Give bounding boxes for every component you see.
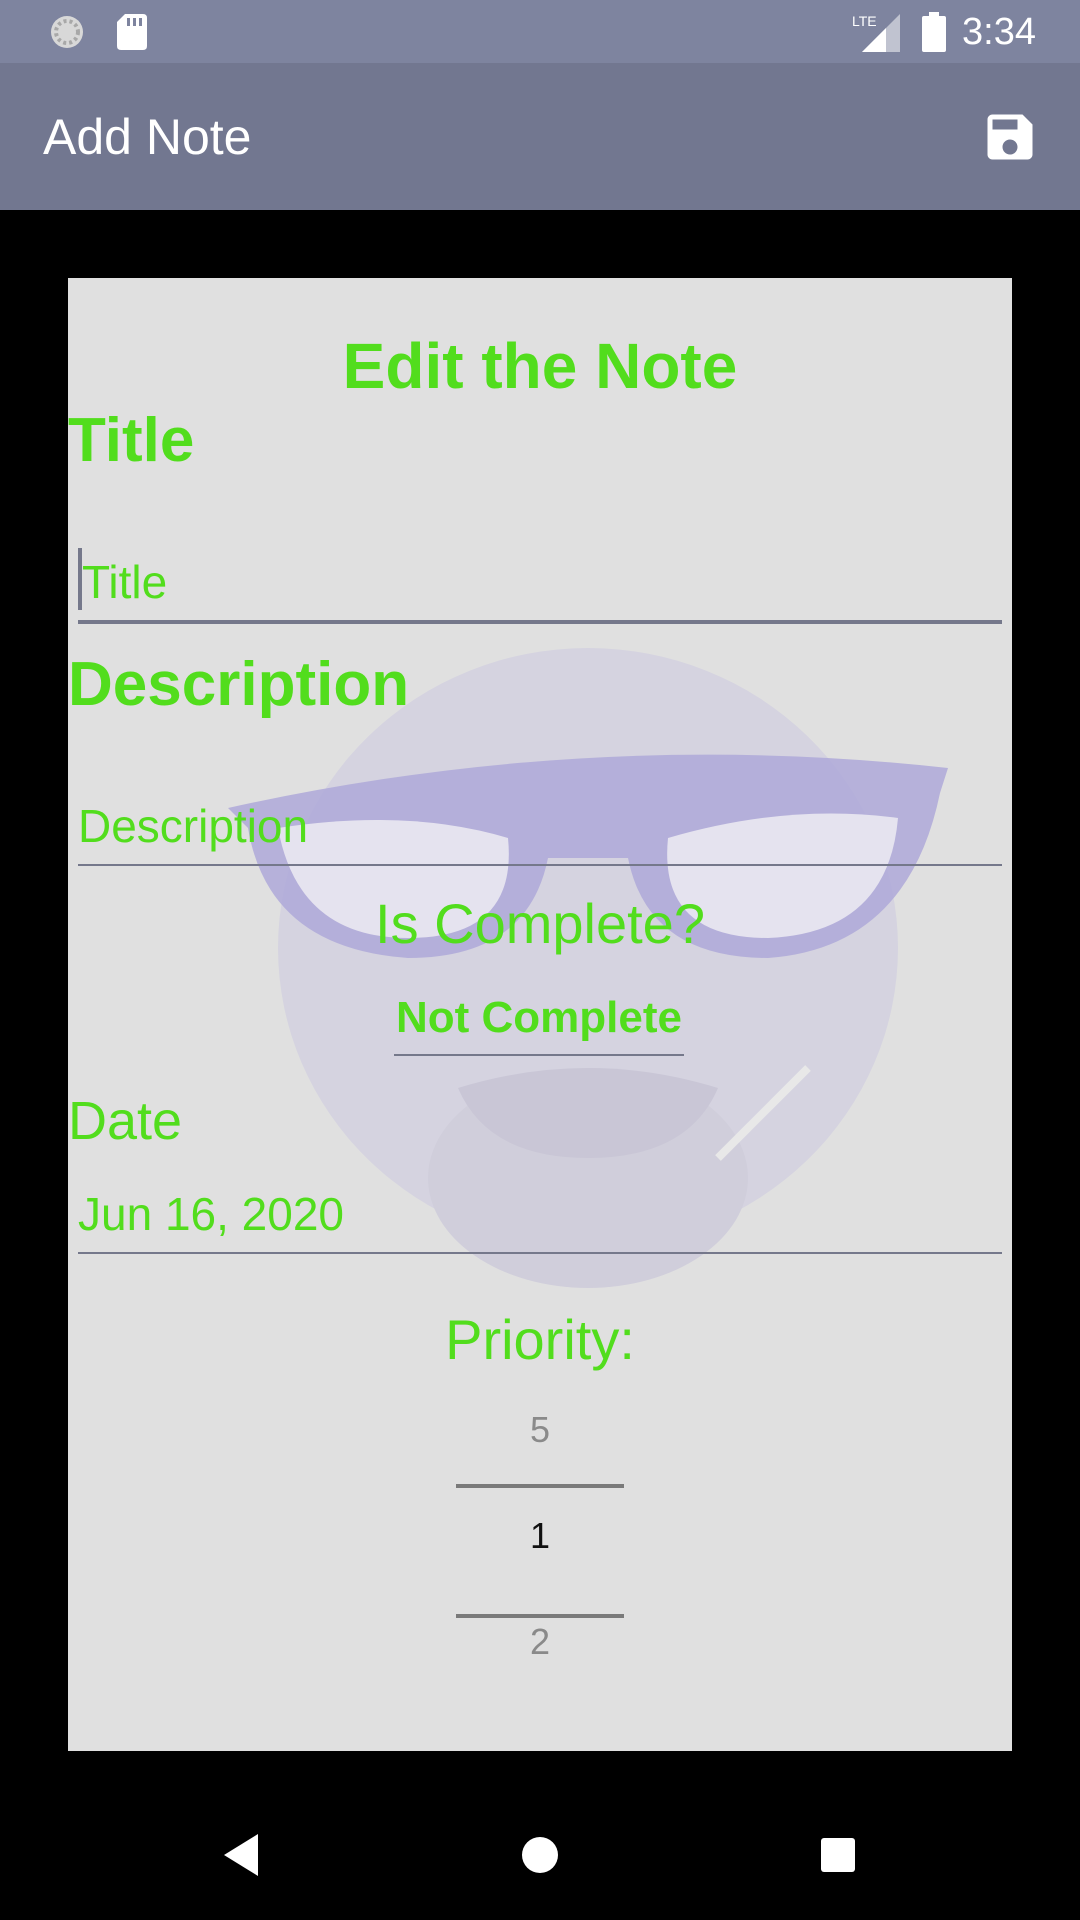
picker-selected-value[interactable]: 1 [456,1514,624,1558]
app-title: Add Note [43,109,252,165]
title-label: Title [68,406,195,475]
picker-divider-top [456,1484,624,1488]
back-icon [224,1834,258,1876]
back-button[interactable] [206,1820,276,1890]
priority-label: Priority: [445,1308,635,1371]
sd-card-icon [117,14,147,50]
home-icon [522,1837,558,1873]
complete-label: Is Complete? [375,892,705,955]
complete-toggle[interactable]: Not Complete [394,992,684,1056]
picker-divider-bottom [456,1614,624,1618]
description-input[interactable]: Description [78,780,1002,866]
save-button[interactable] [980,107,1040,167]
description-label: Description [68,650,410,719]
recents-button[interactable] [803,1820,873,1890]
status-time: 3:34 [962,11,1036,53]
picker-previous-value[interactable]: 5 [456,1408,624,1452]
date-label: Date [68,1091,183,1151]
description-placeholder: Description [78,800,309,852]
title-placeholder: Title [82,556,168,608]
status-bar: LTE 3:34 [0,0,1080,63]
save-icon [987,114,1033,160]
note-form-card: Edit the Note Title Title Description De… [68,278,1012,1751]
recents-icon [821,1838,855,1872]
app-bar: Add Note [0,63,1080,210]
home-button[interactable] [505,1820,575,1890]
loading-icon [51,16,83,48]
svg-text:LTE: LTE [852,13,877,29]
lte-signal-icon: LTE [852,13,900,52]
date-value: Jun 16, 2020 [78,1188,345,1240]
picker-next-value[interactable]: 2 [456,1620,624,1664]
battery-icon [922,12,946,52]
date-field[interactable]: Jun 16, 2020 [78,1168,1002,1254]
priority-number-picker[interactable]: 5 1 2 [456,1396,624,1696]
title-input[interactable]: Title [78,536,1002,624]
navigation-bar [0,1790,1080,1920]
form-heading: Edit the Note [342,330,738,402]
